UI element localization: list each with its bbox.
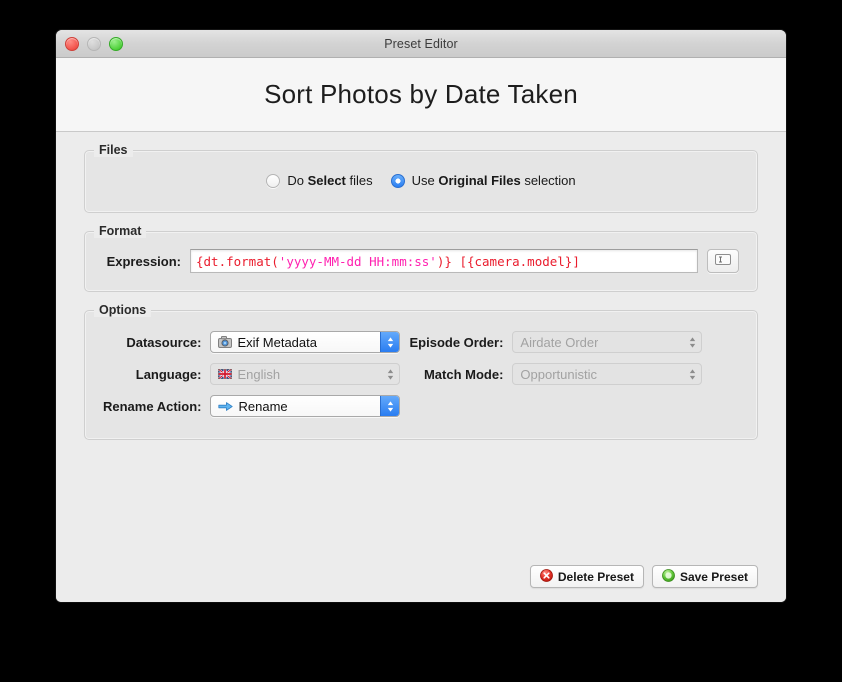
radio-label-suffix: files	[345, 173, 373, 188]
radio-option-original-files[interactable]: Use Original Files selection	[390, 173, 576, 188]
popup-value: Airdate Order	[520, 334, 599, 350]
preset-editor-window: Preset Editor Sort Photos by Date Taken …	[56, 30, 786, 602]
options-group-body: Datasource: Exif Metadata Episode Order: Ai…	[85, 311, 757, 439]
expression-token-1: 'yyyy-MM-dd HH:mm:ss'	[278, 253, 437, 269]
expression-token-0: {dt.format(	[196, 253, 279, 269]
radio-label-prefix: Use	[411, 173, 439, 188]
chevron-updown-icon	[683, 332, 701, 352]
radio-label-prefix: Do	[287, 173, 308, 188]
text-field-icon	[715, 252, 731, 270]
chevron-updown-icon	[683, 364, 701, 384]
chevron-updown-icon	[381, 364, 399, 384]
footer-buttons: Delete Preset Save Preset	[529, 565, 758, 588]
minimize-button[interactable]	[87, 37, 101, 51]
insert-variable-button[interactable]	[707, 249, 739, 273]
window-titlebar: Preset Editor	[56, 30, 786, 58]
format-group: Format Expression: {dt.format('yyyy-MM-d…	[84, 224, 758, 292]
camera-icon	[218, 336, 233, 348]
popup-right-1: Opportunistic	[512, 363, 703, 385]
popup-value: Rename	[238, 398, 288, 414]
radio-label-original-files: Use Original Files selection	[412, 173, 576, 188]
expression-input[interactable]: {dt.format('yyyy-MM-dd HH:mm:ss')} [{cam…	[190, 249, 698, 273]
chevron-updown-icon	[380, 332, 400, 352]
expression-value: {dt.format('yyyy-MM-dd HH:mm:ss')} [{cam…	[196, 254, 580, 269]
save-preset-label: Save Preset	[679, 569, 748, 584]
expression-row: Expression: {dt.format('yyyy-MM-dd HH:mm…	[103, 249, 739, 273]
files-group: Files Do Select files Use Original Files…	[84, 143, 758, 213]
blue-arrow-icon	[218, 401, 234, 412]
window-controls	[65, 37, 123, 51]
radio-label-suffix: selection	[520, 173, 576, 188]
radio-label-strong: Select	[307, 173, 346, 188]
radio-label-strong: Original Files	[438, 173, 521, 188]
expression-token-4: [{camera.model}]	[459, 253, 580, 269]
option-label: Rename Action:	[103, 398, 202, 414]
delete-preset-label: Delete Preset	[557, 569, 634, 584]
options-group: Options Datasource: Exif Metadata Episode …	[84, 303, 758, 440]
files-group-legend: Files	[94, 143, 133, 157]
options-grid: Datasource: Exif Metadata Episode Order: Ai…	[103, 331, 739, 417]
expression-label: Expression:	[106, 253, 181, 269]
delete-preset-button[interactable]: Delete Preset	[529, 565, 644, 588]
save-preset-button[interactable]: Save Preset	[651, 565, 758, 588]
popup-left-1: English	[210, 363, 401, 385]
radio-label-select-files: Do Select files	[287, 173, 372, 188]
header-bar: Sort Photos by Date Taken	[56, 58, 786, 132]
popup-right-0: Airdate Order	[512, 331, 703, 353]
popup-left-2[interactable]: Rename	[210, 395, 401, 417]
content-area: Files Do Select files Use Original Files…	[56, 132, 786, 602]
option-label: Datasource:	[126, 334, 202, 350]
delete-circle-icon	[539, 568, 553, 585]
page-title: Sort Photos by Date Taken	[264, 79, 578, 109]
chevron-updown-icon	[380, 396, 400, 416]
popup-value: Opportunistic	[520, 366, 597, 382]
format-group-legend: Format	[94, 224, 147, 238]
option-label: Episode Order:	[409, 334, 504, 350]
option-label: Language:	[135, 366, 202, 382]
save-circle-icon	[662, 568, 675, 585]
uk-flag-icon	[218, 369, 233, 379]
format-group-body: Expression: {dt.format('yyyy-MM-dd HH:mm…	[85, 232, 757, 291]
close-button[interactable]	[65, 37, 79, 51]
expression-token-2: )}	[436, 253, 452, 269]
popup-left-0[interactable]: Exif Metadata	[210, 331, 401, 353]
files-group-body: Do Select files Use Original Files selec…	[85, 151, 757, 212]
window-title: Preset Editor	[384, 36, 458, 51]
files-radio-row: Do Select files Use Original Files selec…	[103, 173, 739, 188]
option-label: Match Mode:	[423, 366, 504, 382]
popup-value: Exif Metadata	[237, 334, 317, 350]
popup-value: English	[237, 366, 281, 382]
radio-option-select-files[interactable]: Do Select files	[266, 173, 373, 188]
zoom-button[interactable]	[109, 37, 123, 51]
radio-button-original-files[interactable]	[390, 173, 405, 188]
options-group-legend: Options	[94, 303, 152, 317]
radio-button-select-files[interactable]	[266, 173, 281, 188]
